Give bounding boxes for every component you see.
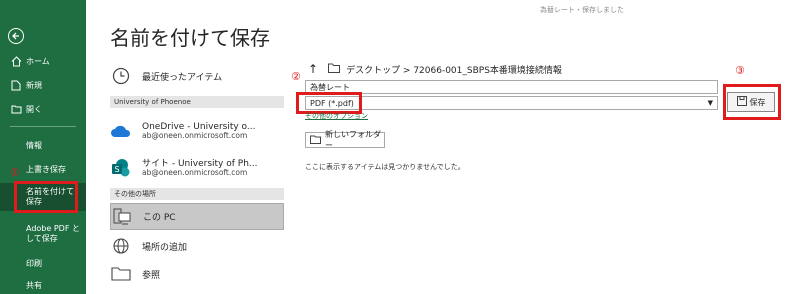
open-folder-icon bbox=[10, 103, 22, 115]
location-label: 参照 bbox=[142, 270, 161, 281]
section-header-org: University of Phoenoe bbox=[110, 96, 284, 108]
new-folder-icon bbox=[310, 135, 321, 146]
sidebar-item-label: 情報 bbox=[26, 140, 42, 150]
annotation-three: ③ bbox=[735, 64, 745, 77]
back-arrow-icon[interactable] bbox=[8, 28, 24, 44]
filename-input[interactable]: 為替レート bbox=[305, 80, 718, 94]
annotation-box-save-as bbox=[14, 181, 78, 213]
globe-icon bbox=[110, 235, 132, 257]
sidebar-item-label: 印刷 bbox=[26, 258, 42, 268]
breadcrumb: ↑ デスクトップ > 72066-001_SBPS本番環境接続情報 bbox=[308, 62, 562, 76]
sidebar-item-label: Adobe PDF として保存 bbox=[26, 224, 80, 243]
folder-icon bbox=[110, 263, 132, 285]
sidebar-item-open[interactable]: 開く bbox=[0, 98, 86, 120]
location-this-pc[interactable]: この PC bbox=[110, 203, 284, 230]
location-email: ab@oneen.onmicrosoft.com bbox=[142, 167, 248, 177]
location-email: ab@oneen.onmicrosoft.com bbox=[142, 130, 248, 140]
annotation-one: ① bbox=[10, 166, 20, 179]
more-options-link[interactable]: その他のオプション bbox=[305, 111, 368, 121]
location-label: 場所の追加 bbox=[142, 242, 188, 253]
annotation-two: ② bbox=[291, 70, 301, 83]
window-title: 為替レート・保存しました bbox=[540, 6, 624, 14]
folder-icon bbox=[328, 63, 341, 76]
clock-icon bbox=[110, 65, 132, 87]
onedrive-cloud-icon bbox=[110, 120, 132, 142]
sidebar-item-label: 上書き保存 bbox=[26, 164, 66, 174]
annotation-box-save bbox=[723, 84, 781, 120]
sidebar-item-save-adobe-pdf[interactable]: Adobe PDF として保存 bbox=[0, 221, 86, 247]
save-as-window: ホーム 新規 開く 情報 上書き保存 名前を付けて保存 Adobe PDF とし… bbox=[0, 0, 800, 294]
location-onedrive[interactable]: OneDrive - University o... ab@oneen.onmi… bbox=[110, 117, 284, 145]
sidebar-item-info[interactable]: 情報 bbox=[0, 134, 86, 156]
new-folder-button[interactable]: 新しいフォルダー bbox=[305, 130, 385, 150]
sidebar-item-home[interactable]: ホーム bbox=[0, 50, 86, 72]
empty-message: ここに表示するアイテムは見つかりませんでした。 bbox=[305, 163, 465, 171]
sidebar-item-label: 共有 bbox=[26, 280, 42, 290]
location-label: この PC bbox=[143, 213, 176, 223]
location-add-place[interactable]: 場所の追加 bbox=[110, 233, 284, 259]
section-header-other: その他の場所 bbox=[110, 188, 284, 200]
sidebar-divider bbox=[10, 126, 76, 127]
sidebar-item-label: 開く bbox=[26, 104, 42, 114]
svg-text:S: S bbox=[114, 165, 119, 174]
sidebar-item-label: 新規 bbox=[26, 80, 42, 90]
sidebar-item-label: ホーム bbox=[26, 56, 50, 66]
backstage-sidebar: ホーム 新規 開く 情報 上書き保存 名前を付けて保存 Adobe PDF とし… bbox=[0, 0, 86, 294]
location-sharepoint-site[interactable]: S サイト - University of Ph... ab@oneen.onm… bbox=[110, 154, 284, 182]
breadcrumb-path[interactable]: デスクトップ > 72066-001_SBPS本番環境接続情報 bbox=[346, 63, 562, 76]
location-recent[interactable]: 最近使ったアイテム bbox=[110, 63, 284, 89]
location-label: 最近使ったアイテム bbox=[142, 72, 223, 83]
home-icon bbox=[10, 55, 22, 67]
location-browse[interactable]: 参照 bbox=[110, 261, 284, 287]
sidebar-item-print[interactable]: 印刷 bbox=[0, 252, 86, 274]
sidebar-item-share[interactable]: 共有 bbox=[0, 274, 86, 294]
new-folder-label: 新しいフォルダー bbox=[325, 130, 381, 150]
computer-icon bbox=[111, 206, 133, 228]
up-arrow-icon[interactable]: ↑ bbox=[308, 62, 318, 76]
chevron-down-icon: ▼ bbox=[707, 99, 713, 107]
sharepoint-icon: S bbox=[110, 157, 132, 179]
new-file-icon bbox=[10, 79, 22, 91]
sidebar-item-new[interactable]: 新規 bbox=[0, 74, 86, 96]
filetype-select[interactable]: PDF (*.pdf) ▼ bbox=[305, 96, 718, 110]
page-title: 名前を付けて保存 bbox=[110, 26, 270, 50]
